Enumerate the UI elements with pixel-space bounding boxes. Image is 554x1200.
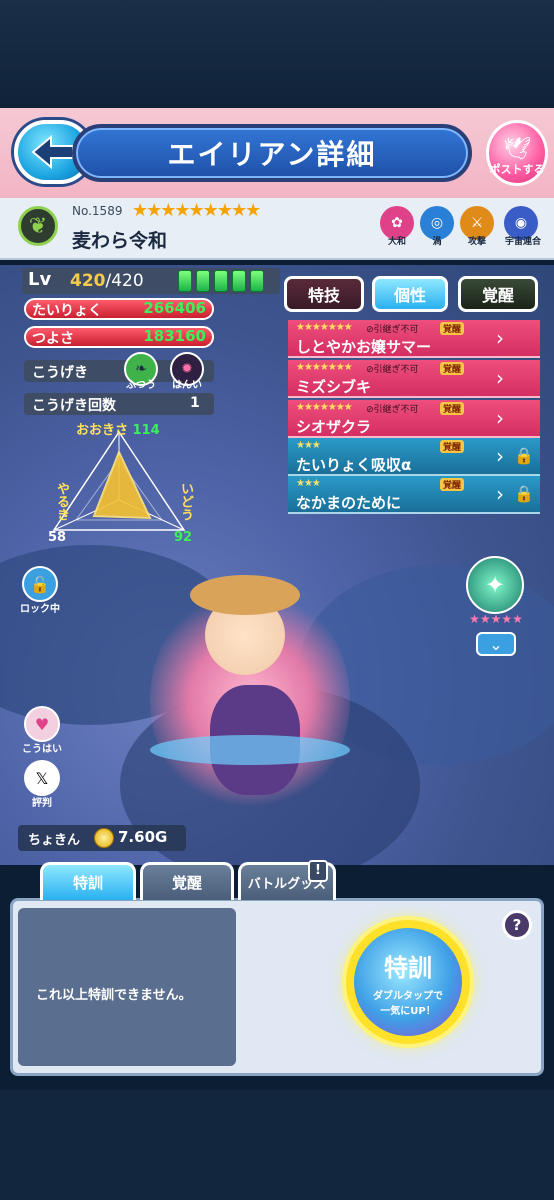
element-type-icon: ❦ — [18, 206, 58, 246]
attack-label: こうげき — [32, 365, 88, 381]
gem-icon — [250, 270, 264, 292]
lock-button[interactable]: 🔓 — [22, 566, 58, 602]
training-button[interactable]: 特訓 ダブルタップで 一気にUP！ — [346, 920, 470, 1044]
heart-icon: ♥ — [34, 714, 50, 734]
top-system-bar — [0, 0, 554, 108]
bottom-system-bar — [0, 1090, 554, 1200]
tag-label-3: 宇宙連合 — [504, 237, 541, 247]
chevron-right-icon: › — [496, 406, 504, 430]
tag-label-2: 攻撃 — [467, 237, 486, 247]
hp-value: 266406 — [143, 299, 206, 317]
badge-alert: ! — [308, 860, 328, 882]
chevron-right-icon: › — [496, 366, 504, 390]
gem-icon — [232, 270, 246, 292]
money-value: 7.60G — [118, 828, 168, 846]
tab-awaken[interactable]: 覚醒 — [458, 276, 538, 312]
equipment-button[interactable]: ✦ — [466, 556, 524, 614]
back-arrow-icon — [31, 135, 74, 169]
help-icon[interactable]: ? — [502, 910, 532, 940]
ability-stars: ★★★★★★★ — [296, 362, 353, 373]
awaken-badge: 覚醒 — [440, 440, 465, 453]
lock-icon: 🔓 — [30, 574, 50, 594]
tab-skill[interactable]: 特技 — [284, 276, 364, 312]
ability-row[interactable]: ★★★★★★★ ⊘引継ぎ不可 覚醒 しとやかお嬢サマー › — [288, 320, 540, 358]
move-label: いどう — [178, 482, 193, 521]
review-button[interactable]: 𝕏 — [24, 760, 60, 796]
ability-note: ⊘引継ぎ不可 — [366, 365, 419, 375]
level-label: Lv — [28, 269, 52, 290]
kouhai-label: こうはい — [22, 744, 62, 755]
coin-icon — [94, 828, 114, 848]
atk-label: つよさ — [32, 331, 74, 347]
hits-value: 1 — [190, 395, 200, 411]
ability-name: シオザクラ — [296, 418, 372, 436]
ability-stars: ★★★★★★★ — [296, 322, 353, 333]
gem-icon — [214, 270, 228, 292]
chevron-down-button[interactable]: ⌄ — [476, 632, 516, 656]
ability-row[interactable]: ★★★★★★★ ⊘引継ぎ不可 覚醒 シオザクラ › — [288, 400, 540, 438]
message-text: これ以上特訓できません。 — [36, 988, 192, 1003]
post-label: ポストする — [489, 163, 545, 176]
page-title: エイリアン詳細 — [72, 124, 472, 182]
ability-note: ⊘引継ぎ不可 — [366, 405, 419, 415]
training-button-sub2: 一気にUP！ — [380, 1005, 436, 1017]
ability-row[interactable]: ★★★ 覚醒 たいりょく吸収α › 🔒 — [288, 438, 540, 476]
will-value: 58 — [48, 530, 67, 545]
awaken-badge: 覚醒 — [440, 322, 465, 335]
training-button-title: 特訓 — [384, 953, 432, 982]
awaken-badge: 覚醒 — [440, 402, 465, 415]
ability-name: ミズシブキ — [296, 378, 372, 396]
hp-label: たいりょく — [32, 303, 102, 319]
lock-label: ロック中 — [20, 604, 60, 615]
lock-icon: 🔒 — [514, 484, 534, 503]
level-value: 420/420 — [70, 271, 144, 291]
x-logo-icon: 𝕏 — [35, 768, 49, 788]
bird-icon: 🕊 — [503, 137, 531, 162]
tab-personality[interactable]: 個性 — [372, 276, 448, 312]
ability-name: しとやかお嬢サマー — [296, 338, 432, 356]
equipment-icon: ✦ — [484, 571, 506, 599]
ability-row[interactable]: ★★★★★★★ ⊘引継ぎ不可 覚醒 ミズシブキ › — [288, 360, 540, 398]
gem-icon — [196, 270, 210, 292]
ability-note: ⊘引継ぎ不可 — [366, 325, 419, 335]
ability-stars: ★★★ — [296, 440, 321, 451]
awaken-badge: 覚醒 — [440, 362, 465, 375]
tab-awaken-bottom[interactable]: 覚醒 — [140, 862, 234, 900]
kouhai-button[interactable]: ♥ — [24, 706, 60, 742]
review-label: 評判 — [32, 798, 52, 809]
chevron-right-icon: › — [496, 482, 504, 506]
ability-name: なかまのために — [296, 494, 402, 512]
unit-number: No.1589 — [72, 204, 123, 218]
size-label: おおきさ 114 — [76, 423, 160, 438]
awaken-badge: 覚醒 — [440, 478, 465, 491]
training-button-sub1: ダブルタップで — [373, 990, 443, 1002]
money-label: ちょきん — [28, 833, 81, 848]
attack-type2-label: はんい — [172, 380, 202, 391]
unit-name: 麦わら令和 — [72, 230, 168, 252]
rarity-stars: ★★★★★★★★★ — [132, 200, 261, 221]
chevron-right-icon: › — [496, 326, 504, 350]
attack-type1-label: ふつう — [126, 380, 156, 391]
ability-name: たいりょく吸収α — [296, 456, 412, 474]
gem-icon — [178, 270, 192, 292]
ability-stars: ★★★★★★★ — [296, 402, 353, 413]
chevron-down-icon: ⌄ — [489, 634, 503, 654]
equipment-stars: ★★★★★ — [469, 612, 523, 626]
tab-training[interactable]: 特訓 — [40, 862, 136, 900]
post-button[interactable]: 🕊 ポストする — [486, 120, 548, 186]
move-value: 92 — [174, 530, 193, 545]
ability-row[interactable]: ★★★ 覚醒 なかまのために › 🔒 — [288, 476, 540, 514]
ability-stars: ★★★ — [296, 478, 321, 489]
hits-label: こうげき回数 — [32, 398, 116, 414]
lock-icon: 🔒 — [514, 446, 534, 465]
chevron-right-icon: › — [496, 444, 504, 468]
will-label: やるき — [54, 482, 69, 521]
atk-value: 183160 — [143, 327, 206, 345]
